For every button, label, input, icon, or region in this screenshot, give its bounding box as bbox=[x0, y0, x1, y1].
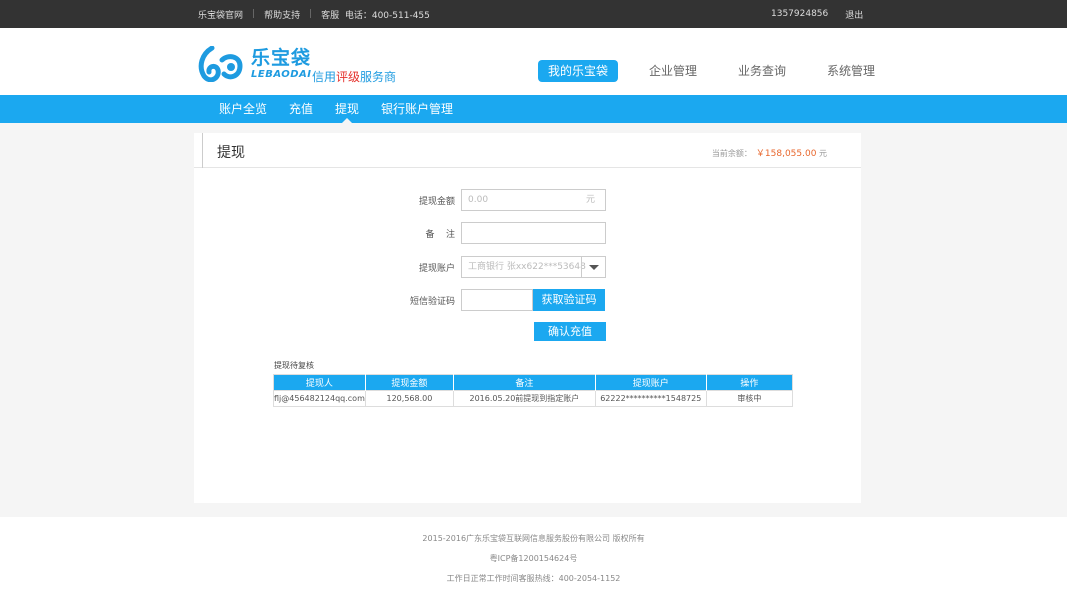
remark-input[interactable] bbox=[461, 222, 606, 244]
account-select[interactable]: 工商银行 张xx622***53648 bbox=[461, 256, 606, 278]
user-account-link[interactable]: 1357924856 bbox=[771, 9, 828, 19]
service-phone: 客服 电话：400-511-455 bbox=[321, 10, 430, 21]
balance-value: ￥158,055.00 bbox=[755, 149, 817, 159]
header: 乐宝袋 LEBAODAI 信用评级服务商 我的乐宝袋 企业管理 业务查询 系统管… bbox=[0, 28, 1067, 95]
balance-display: 当前余额： ￥158,055.00 元 bbox=[712, 146, 827, 159]
sms-code-input[interactable] bbox=[461, 289, 533, 311]
logo-brand: 乐宝袋 bbox=[251, 47, 312, 69]
table-header-row: 提现人 提现金额 备注 提现账户 操作 bbox=[273, 374, 793, 391]
sms-row: 短信验证码 获取验证码 bbox=[194, 289, 861, 311]
divider: | bbox=[309, 9, 313, 19]
remark-label: 备 注 bbox=[425, 230, 455, 240]
sub-nav: 账户全览 充值 提现 银行账户管理 bbox=[0, 95, 1067, 123]
help-link[interactable]: 帮助支持 bbox=[264, 8, 300, 21]
page-title: 提现 bbox=[217, 145, 245, 161]
slogan-red: 评级 bbox=[336, 70, 361, 84]
column-header: 操作 bbox=[706, 374, 793, 391]
divider: | bbox=[252, 9, 256, 19]
cell-status: 审核中 bbox=[706, 390, 793, 407]
amount-placeholder: 0.00 bbox=[468, 195, 489, 205]
account-label: 提现账户 bbox=[418, 264, 455, 274]
sub-nav-bank-accounts[interactable]: 银行账户管理 bbox=[381, 95, 453, 123]
records-table: 提现人 提现金额 备注 提现账户 操作 flj@456482124qq.com … bbox=[273, 374, 793, 407]
records-title: 提现待复核 bbox=[274, 361, 314, 370]
get-code-button[interactable]: 获取验证码 bbox=[533, 289, 605, 311]
chevron-down-icon[interactable] bbox=[581, 257, 605, 277]
account-row: 提现账户 工商银行 张xx622***53648 bbox=[194, 256, 861, 278]
confirm-button[interactable]: 确认充值 bbox=[534, 322, 606, 341]
logo-latin: LEBAODAI bbox=[251, 69, 312, 80]
column-header: 提现账户 bbox=[595, 374, 707, 391]
balance-unit: 元 bbox=[819, 149, 827, 158]
top-bar-links: 乐宝袋官网 | 帮助支持 | 客服 电话：400-511-455 bbox=[198, 0, 430, 28]
main-nav-system[interactable]: 系统管理 bbox=[817, 60, 885, 82]
official-site-link[interactable]: 乐宝袋官网 bbox=[198, 8, 243, 21]
remark-row: 备 注 bbox=[194, 222, 861, 244]
sub-nav-withdraw[interactable]: 提现 bbox=[335, 95, 359, 123]
amount-unit: 元 bbox=[585, 195, 595, 205]
amount-input[interactable]: 0.00 元 bbox=[461, 189, 606, 211]
slogan-part2: 服务商 bbox=[360, 70, 397, 84]
balance-label: 当前余额： bbox=[711, 149, 752, 158]
amount-row: 提现金额 0.00 元 bbox=[194, 189, 861, 211]
top-bar: 乐宝袋官网 | 帮助支持 | 客服 电话：400-511-455 1357924… bbox=[0, 0, 1067, 28]
logo-mark-icon bbox=[198, 46, 243, 82]
cell-withdrawer: flj@456482124qq.com bbox=[273, 390, 366, 407]
sub-nav-overview[interactable]: 账户全览 bbox=[219, 95, 267, 123]
footer: 2015-2016广东乐宝袋互联网信息服务股份有限公司 版权所有 粤ICP备12… bbox=[0, 517, 1067, 600]
main-nav-my-lebaodai[interactable]: 我的乐宝袋 bbox=[538, 60, 619, 82]
column-header: 备注 bbox=[453, 374, 596, 391]
table-row: flj@456482124qq.com 120,568.00 2016.05.2… bbox=[273, 390, 793, 407]
panel-header: 提现 当前余额： ￥158,055.00 元 bbox=[194, 133, 861, 168]
cell-account: 62222**********1548725 bbox=[595, 390, 707, 407]
logo[interactable]: 乐宝袋 LEBAODAI 信用评级服务商 bbox=[198, 42, 408, 86]
withdraw-panel: 提现 当前余额： ￥158,055.00 元 提现金额 0.00 元 备 注 提现… bbox=[194, 133, 861, 503]
sub-nav-recharge[interactable]: 充值 bbox=[289, 95, 313, 123]
logout-link[interactable]: 退出 bbox=[845, 8, 863, 21]
cell-remark: 2016.05.20前提现到指定账户 bbox=[453, 390, 596, 407]
column-header: 提现人 bbox=[273, 374, 366, 391]
main-nav: 我的乐宝袋 企业管理 业务查询 系统管理 bbox=[538, 60, 906, 82]
footer-hotline: 工作日正常工作时间客服热线：400-2054-1152 bbox=[446, 574, 621, 583]
cell-amount: 120,568.00 bbox=[365, 390, 454, 407]
footer-copyright: 2015-2016广东乐宝袋互联网信息服务股份有限公司 版权所有 bbox=[422, 534, 645, 543]
logo-slogan: 信用评级服务商 bbox=[312, 68, 396, 85]
footer-icp: 粤ICP备1200154624号 bbox=[489, 554, 578, 563]
amount-label: 提现金额 bbox=[418, 197, 455, 207]
top-bar-user: 1357924856 退出 bbox=[771, 0, 863, 28]
slogan-part1: 信用 bbox=[312, 70, 337, 84]
sms-label: 短信验证码 bbox=[409, 297, 455, 307]
account-selected-value: 工商银行 张xx622***53648 bbox=[468, 262, 586, 272]
main-nav-enterprise[interactable]: 企业管理 bbox=[639, 60, 707, 82]
column-header: 提现金额 bbox=[365, 374, 454, 391]
main-nav-business-query[interactable]: 业务查询 bbox=[728, 60, 796, 82]
title-bracket bbox=[202, 133, 208, 168]
